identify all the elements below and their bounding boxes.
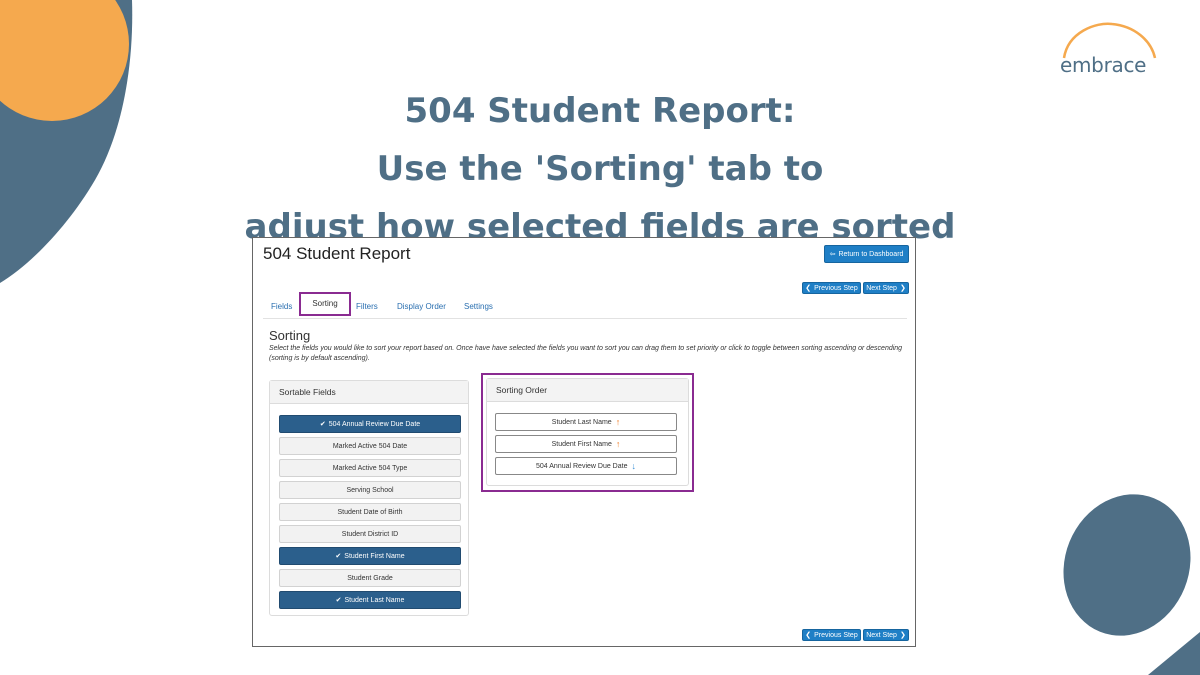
return-icon: ⇦ bbox=[829, 251, 836, 258]
field-label: Student Grade bbox=[347, 574, 393, 582]
slide-title-line-1: 504 Student Report: bbox=[404, 91, 796, 131]
section-title: Sorting bbox=[269, 328, 311, 343]
sort-item-label: 504 Annual Review Due Date bbox=[536, 462, 628, 470]
field-marked-active-504-type[interactable]: Marked Active 504 Type bbox=[279, 459, 461, 477]
arrow-down-icon[interactable]: ↓ bbox=[631, 461, 636, 471]
logo-text: embrace bbox=[1060, 53, 1147, 77]
sorting-order-panel: Sorting Order Student Last Name ↑ Studen… bbox=[486, 378, 689, 486]
sort-item-label: Student First Name bbox=[551, 440, 612, 448]
right-blue-blob bbox=[1063, 494, 1191, 636]
return-to-dashboard-button[interactable]: ⇦ Return to Dashboard bbox=[824, 245, 909, 263]
field-label: Serving School bbox=[346, 486, 394, 494]
sortable-fields-panel: Sortable Fields ✔ 504 Annual Review Due D… bbox=[269, 380, 469, 616]
tab-fields[interactable]: Fields bbox=[271, 297, 292, 319]
field-serving-school[interactable]: Serving School bbox=[279, 481, 461, 499]
tab-sorting[interactable]: Sorting bbox=[299, 292, 351, 316]
check-icon: ✔ bbox=[335, 553, 342, 560]
tab-display-order[interactable]: Display Order bbox=[397, 297, 446, 319]
previous-step-label: Previous Step bbox=[814, 631, 858, 639]
report-screenshot: 504 Student Report ⇦ Return to Dashboard… bbox=[252, 237, 916, 647]
check-icon: ✔ bbox=[319, 421, 326, 428]
field-student-last-name[interactable]: ✔ Student Last Name bbox=[279, 591, 461, 609]
report-title: 504 Student Report bbox=[263, 244, 411, 263]
field-marked-active-504-date[interactable]: Marked Active 504 Date bbox=[279, 437, 461, 455]
check-icon: ✔ bbox=[335, 597, 342, 604]
corner-blue-shape bbox=[1148, 632, 1200, 675]
field-label: Marked Active 504 Date bbox=[332, 442, 408, 450]
next-step-button-bottom[interactable]: Next Step ❯ bbox=[863, 629, 909, 641]
field-student-first-name[interactable]: ✔ Student First Name bbox=[279, 547, 461, 565]
previous-step-button-top[interactable]: ❮ Previous Step bbox=[802, 282, 861, 294]
previous-step-button-bottom[interactable]: ❮ Previous Step bbox=[802, 629, 861, 641]
slide-title-line-2: Use the 'Sorting' tab to bbox=[376, 149, 824, 189]
next-step-button-top[interactable]: Next Step ❯ bbox=[863, 282, 909, 294]
chevron-right-icon: ❯ bbox=[899, 285, 906, 292]
field-label: Student First Name bbox=[344, 552, 405, 560]
sort-item-student-first-name[interactable]: Student First Name ↑ bbox=[495, 435, 677, 453]
field-label: Student District ID bbox=[341, 530, 399, 538]
chevron-right-icon: ❯ bbox=[899, 632, 906, 639]
sort-item-label: Student Last Name bbox=[551, 418, 612, 426]
chevron-left-icon: ❮ bbox=[805, 632, 812, 639]
arrow-up-icon[interactable]: ↑ bbox=[616, 417, 621, 427]
previous-step-label: Previous Step bbox=[814, 284, 858, 292]
tab-settings[interactable]: Settings bbox=[464, 297, 493, 319]
arrow-up-icon[interactable]: ↑ bbox=[616, 439, 621, 449]
field-student-date-of-birth[interactable]: Student Date of Birth bbox=[279, 503, 461, 521]
field-student-district-id[interactable]: Student District ID bbox=[279, 525, 461, 543]
field-label: Marked Active 504 Type bbox=[332, 464, 408, 472]
sorting-order-header: Sorting Order bbox=[487, 379, 688, 402]
field-label: Student Date of Birth bbox=[337, 508, 403, 516]
next-step-label: Next Step bbox=[866, 284, 897, 292]
section-description: Select the fields you would like to sort… bbox=[269, 345, 903, 362]
sort-item-504-annual-review-due-date[interactable]: 504 Annual Review Due Date ↓ bbox=[495, 457, 677, 475]
next-step-label: Next Step bbox=[866, 631, 897, 639]
field-label: Student Last Name bbox=[344, 596, 405, 604]
tab-filters[interactable]: Filters bbox=[356, 297, 378, 319]
slide-title: 504 Student Report: Use the 'Sorting' ta… bbox=[0, 82, 1200, 256]
sort-item-student-last-name[interactable]: Student Last Name ↑ bbox=[495, 413, 677, 431]
chevron-left-icon: ❮ bbox=[805, 285, 812, 292]
return-label: Return to Dashboard bbox=[838, 250, 904, 258]
field-student-grade[interactable]: Student Grade bbox=[279, 569, 461, 587]
field-label: 504 Annual Review Due Date bbox=[328, 420, 421, 428]
tab-divider bbox=[263, 318, 907, 319]
sortable-fields-header: Sortable Fields bbox=[270, 381, 468, 404]
field-504-annual-review-due-date[interactable]: ✔ 504 Annual Review Due Date bbox=[279, 415, 461, 433]
embrace-logo: embrace bbox=[1056, 22, 1166, 82]
report-tabs: Fields Sorting Filters Display Order Set… bbox=[263, 292, 907, 319]
